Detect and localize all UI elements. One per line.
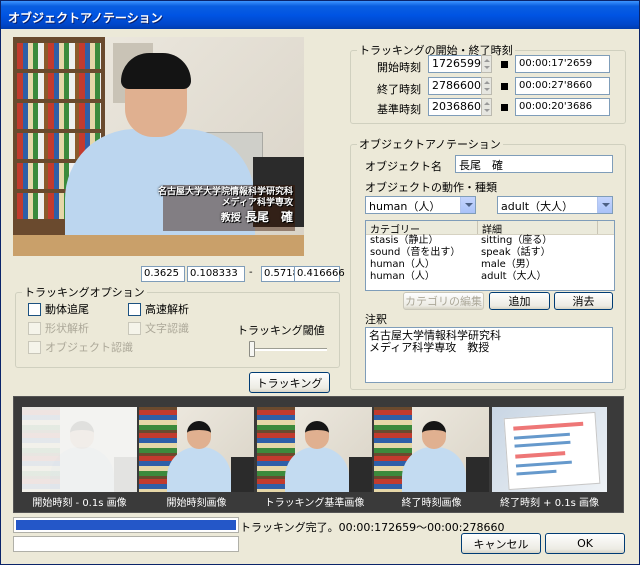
- list-cell: male（男）: [481, 259, 536, 270]
- base-time-set-button[interactable]: [498, 98, 510, 116]
- text-recognition-label: 文字認識: [145, 322, 189, 335]
- video-preview[interactable]: 名古屋大学大学院情報科学研究科 メディア科学専攻 教授 長尾 確: [13, 37, 304, 256]
- stop-square-icon: [500, 82, 508, 90]
- chevron-down-icon[interactable]: [597, 197, 612, 213]
- category-select[interactable]: human（人）: [365, 196, 476, 214]
- list-cell: adult（大人）: [481, 271, 547, 282]
- tracking-options-legend: トラッキングオプション: [24, 286, 145, 299]
- shape-analysis-label: 形状解析: [45, 322, 89, 335]
- edit-category-button[interactable]: カテゴリの編集: [403, 292, 484, 310]
- category-list[interactable]: カテゴリー 詳細 stasis（静止） sitting（座る） sound（音を出…: [365, 220, 615, 291]
- ok-button[interactable]: OK: [545, 533, 625, 554]
- desk-image: [13, 235, 304, 256]
- list-cell: stasis（静止）: [370, 235, 439, 246]
- checkbox-box[interactable]: [128, 321, 141, 335]
- fast-analysis-checkbox[interactable]: 高速解析: [128, 301, 189, 317]
- checkbox-box[interactable]: [128, 302, 141, 316]
- cancel-button[interactable]: キャンセル: [461, 533, 541, 554]
- list-item[interactable]: human（人） male（男）: [366, 259, 614, 271]
- thumbnail-label: トラッキング基準画像: [264, 498, 365, 509]
- thumbnail-label: 開始時刻 - 0.1s 画像: [32, 498, 127, 509]
- object-type-label: オブジェクトの動作・種類: [365, 181, 497, 194]
- list-header: カテゴリー 詳細: [366, 221, 614, 236]
- text-recognition-checkbox[interactable]: 文字認識: [128, 320, 189, 336]
- category-select-value: human（人）: [369, 200, 441, 213]
- list-item[interactable]: stasis（静止） sitting（座る）: [366, 235, 614, 247]
- coord-separator: -: [249, 267, 253, 278]
- column-header-detail[interactable]: 詳細: [478, 221, 598, 236]
- checkbox-box[interactable]: [28, 302, 41, 316]
- notes-label: 注釈: [365, 313, 387, 326]
- start-time-display: 00:00:17'2659: [515, 55, 610, 73]
- detail-select-value: adult（大人）: [501, 200, 574, 213]
- coord-x1: 0.3625: [141, 266, 185, 282]
- window-title[interactable]: オブジェクトアノテーション: [1, 1, 639, 29]
- list-item[interactable]: human（人） adult（大人）: [366, 271, 614, 283]
- list-item[interactable]: sound（音を出す） speak（話す）: [366, 247, 614, 259]
- person-hair-image: [121, 53, 191, 89]
- list-cell: speak（話す）: [481, 247, 551, 258]
- list-cell: human（人）: [370, 271, 435, 282]
- thumbnail-post-end[interactable]: [492, 407, 607, 492]
- thumbnail-base[interactable]: [257, 407, 372, 492]
- start-time-set-button[interactable]: [498, 55, 510, 73]
- object-name-label: オブジェクト名: [365, 160, 442, 173]
- caption-role: 教授: [220, 213, 241, 224]
- fast-analysis-label: 高速解析: [145, 303, 189, 316]
- base-time-spinner[interactable]: [481, 98, 492, 116]
- body-tracking-label: 動体追尾: [45, 303, 89, 316]
- thumbnail-pre-start[interactable]: [22, 407, 137, 492]
- coord-y2: 0.416666: [294, 266, 345, 282]
- base-time-label: 基準時刻: [377, 103, 421, 116]
- tracking-button[interactable]: トラッキング: [249, 372, 330, 393]
- end-time-set-button[interactable]: [498, 77, 510, 95]
- caption-department: メディア科学専攻: [221, 198, 293, 208]
- caption-affiliation: 名古屋大学大学院情報科学研究科: [157, 187, 293, 197]
- shape-analysis-checkbox[interactable]: 形状解析: [28, 320, 89, 336]
- object-name-input[interactable]: 長尾 確: [455, 155, 613, 173]
- add-button[interactable]: 追加: [489, 292, 550, 310]
- thumbnail-end[interactable]: [374, 407, 489, 492]
- notes-line: メディア科学専攻 教授: [369, 341, 490, 354]
- end-time-display: 00:00:27'8660: [515, 77, 610, 95]
- list-cell: human（人）: [370, 259, 435, 270]
- start-time-label: 開始時刻: [377, 61, 421, 74]
- object-recognition-label: オブジェクト認識: [45, 341, 133, 354]
- object-recognition-checkbox[interactable]: オブジェクト認識: [28, 339, 133, 355]
- thumbnail-start[interactable]: [139, 407, 254, 492]
- list-cell: sitting（座る）: [481, 235, 553, 246]
- threshold-slider-thumb[interactable]: [249, 341, 255, 357]
- checkbox-box[interactable]: [28, 340, 41, 354]
- progress-fill: [16, 520, 236, 530]
- annotation-legend: オブジェクトアノテーション: [359, 138, 501, 151]
- thumbnail-label: 開始時刻画像: [166, 498, 227, 509]
- coord-y1: 0.108333: [187, 266, 245, 282]
- end-time-label: 終了時刻: [377, 83, 421, 96]
- list-cell: sound（音を出す）: [370, 247, 461, 258]
- caption-name: 長尾 確: [244, 210, 293, 224]
- video-caption: 名古屋大学大学院情報科学研究科 メディア科学専攻 教授 長尾 確: [143, 185, 295, 231]
- thumbnail-label: 終了時刻画像: [401, 498, 462, 509]
- thumbnail-label: 終了時刻 + 0.1s 画像: [499, 498, 600, 509]
- start-time-spinner[interactable]: [481, 55, 492, 73]
- threshold-slider-track[interactable]: [249, 348, 327, 351]
- base-time-display: 00:00:20'3686: [515, 98, 610, 116]
- stop-square-icon: [500, 60, 508, 68]
- chevron-down-icon[interactable]: [460, 197, 475, 213]
- progress-bar: [13, 517, 239, 533]
- annotation-dialog: オブジェクトアノテーション 名古屋大学大学院情報科学研究科 メディア科学専攻 教…: [0, 0, 640, 565]
- detail-select[interactable]: adult（大人）: [497, 196, 613, 214]
- delete-button[interactable]: 消去: [554, 292, 613, 310]
- thumbnail-strip: 開始時刻 - 0.1s 画像 開始時刻画像 トラッキング基準画像 終了時刻画像 …: [13, 396, 624, 513]
- end-time-spinner[interactable]: [481, 77, 492, 95]
- checkbox-box[interactable]: [28, 321, 41, 335]
- notes-textarea[interactable]: 名古屋大学情報科学研究科 メディア科学専攻 教授: [365, 327, 613, 383]
- column-header-category[interactable]: カテゴリー: [366, 221, 478, 236]
- body-tracking-checkbox[interactable]: 動体追尾: [28, 301, 89, 317]
- stop-square-icon: [500, 103, 508, 111]
- secondary-progress-bar: [13, 536, 239, 552]
- threshold-label: トラッキング閾値: [237, 324, 325, 337]
